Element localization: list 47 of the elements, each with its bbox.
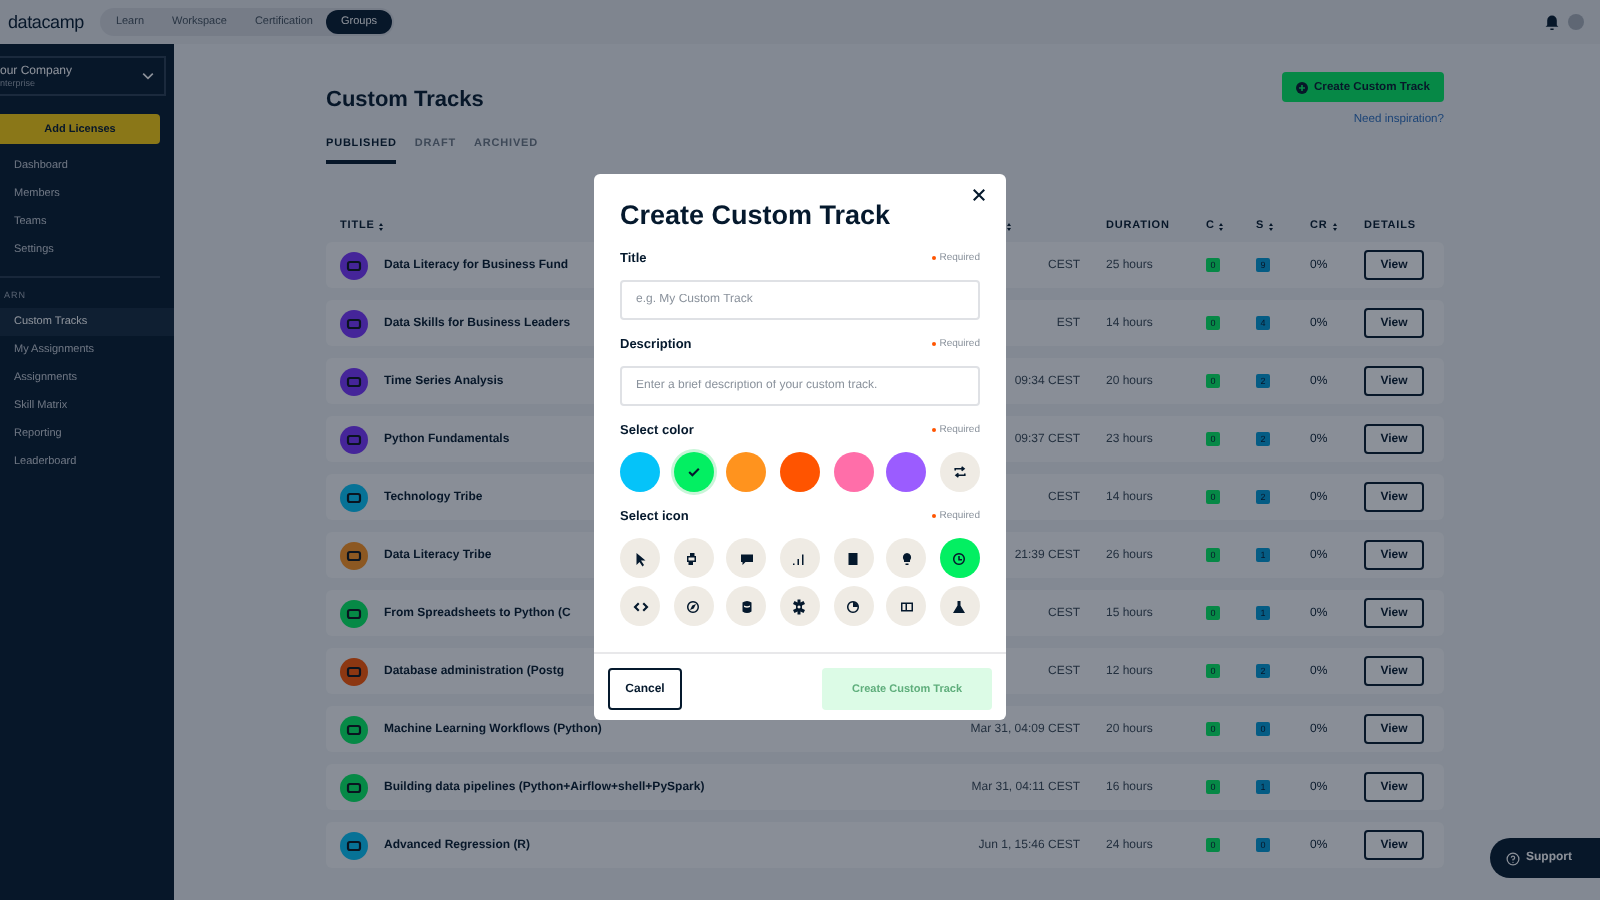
chevron-icon xyxy=(142,72,154,80)
icon-option[interactable] xyxy=(726,538,767,578)
clock-icon xyxy=(950,549,969,567)
icon-option[interactable] xyxy=(833,586,874,626)
color-swatch[interactable] xyxy=(779,452,820,492)
color-swatch[interactable] xyxy=(726,452,767,492)
sort-icon[interactable] xyxy=(1268,221,1275,231)
logo[interactable]: datacamp xyxy=(8,12,84,32)
icon-option[interactable] xyxy=(833,538,874,578)
color-swatch[interactable] xyxy=(833,452,874,492)
color-swatch[interactable] xyxy=(673,452,714,492)
flask-icon xyxy=(950,597,969,615)
help-icon xyxy=(1506,851,1520,865)
check-icon xyxy=(685,464,702,480)
database-icon xyxy=(737,597,756,615)
chat-icon xyxy=(737,549,756,567)
bar-chart-icon xyxy=(790,549,809,567)
sort-icon[interactable] xyxy=(1218,221,1225,231)
icon-option[interactable] xyxy=(620,586,660,626)
icon-option[interactable] xyxy=(939,586,980,626)
icon-option[interactable] xyxy=(886,586,927,626)
icon-option[interactable] xyxy=(620,538,660,578)
icon-option[interactable] xyxy=(939,538,980,578)
gear-icon xyxy=(790,597,809,615)
icon-option[interactable] xyxy=(779,586,820,626)
layout-icon xyxy=(897,597,916,615)
dialog-title: Create Custom Track xyxy=(620,198,891,234)
sort-icon[interactable] xyxy=(1331,221,1338,231)
color-swatch[interactable] xyxy=(620,452,660,492)
pie-chart-icon xyxy=(844,597,863,615)
color-swatch[interactable] xyxy=(886,452,927,492)
shuffle-icon xyxy=(951,464,968,480)
lightbulb-icon xyxy=(897,549,916,567)
bell-icon[interactable] xyxy=(1544,14,1560,30)
sort-icon[interactable] xyxy=(378,221,385,231)
icon-option[interactable] xyxy=(673,586,714,626)
icon-option[interactable] xyxy=(726,586,767,626)
page-title: Custom Tracks xyxy=(326,88,484,112)
icon-option[interactable] xyxy=(886,538,927,578)
shuffle-button[interactable] xyxy=(939,452,980,492)
compass-icon xyxy=(684,597,703,615)
close-button[interactable] xyxy=(972,188,990,206)
plus-icon xyxy=(1296,81,1308,93)
close-icon xyxy=(972,188,986,202)
cursor-icon xyxy=(631,549,649,567)
icon-option[interactable] xyxy=(673,538,714,578)
code-icon xyxy=(631,597,649,615)
